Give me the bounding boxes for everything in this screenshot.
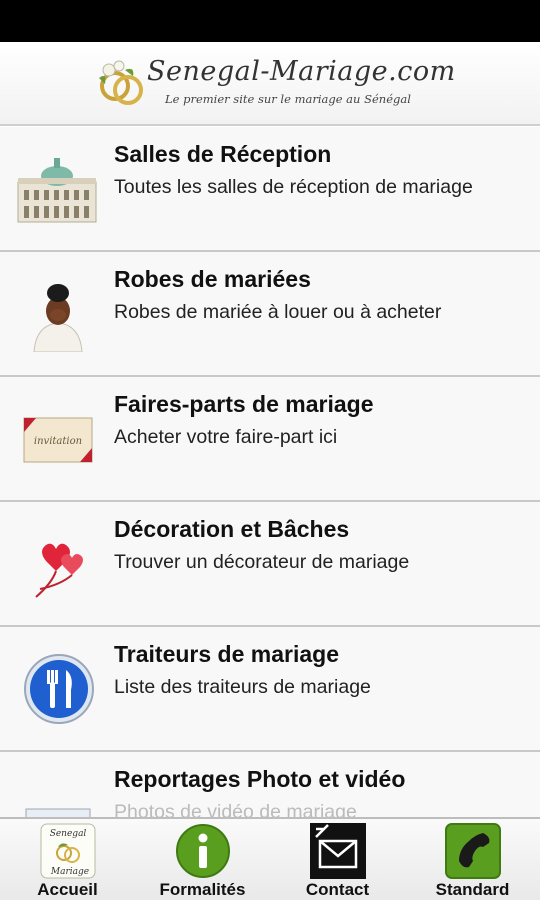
list-item-traiteurs[interactable]: Traiteurs de mariage Liste des traiteurs… (0, 627, 540, 752)
invitation-icon-text: invitation (34, 436, 82, 447)
item-description: Acheter votre faire-part ici (114, 426, 338, 448)
bride-icon (33, 284, 83, 352)
logo-tagline: Le premier site sur le mariage au Sénéga… (165, 92, 411, 106)
list-item-salles-reception[interactable]: Salles de Réception Toutes les salles de… (0, 127, 540, 252)
rings-bouquet-icon (99, 60, 143, 105)
tab-label: Accueil (37, 880, 98, 899)
logo-title: Senegal-Mariage.com (147, 56, 456, 87)
invitation-card-icon: invitation (23, 417, 93, 463)
tab-accueil[interactable]: Senegal Mariage Accueil (0, 819, 135, 900)
tab-label: Formalités (159, 880, 246, 899)
list-item-robes-mariees[interactable]: Robes de mariées Robes de mariée à louer… (0, 252, 540, 377)
phone-icon (444, 823, 501, 879)
reception-hall-icon (17, 158, 97, 223)
fork-knife-icon (24, 654, 94, 724)
item-title: Reportages Photo et vidéo (114, 766, 406, 792)
heart-balloons-icon (35, 543, 83, 598)
item-description: Liste des traiteurs de mariage (114, 676, 371, 698)
list-item-reportages[interactable]: Reportages Photo et vidéo Photos de vidé… (0, 752, 540, 817)
item-title: Salles de Réception (114, 141, 332, 167)
list-item-faire-parts[interactable]: invitation Faires-parts de mariage Achet… (0, 377, 540, 502)
bottom-tab-bar: Senegal Mariage Accueil Formalités Conta… (0, 817, 540, 900)
item-title: Robes de mariées (114, 266, 311, 292)
mail-icon (309, 823, 366, 879)
home-logo-text-top: Senegal (49, 829, 86, 839)
tab-label: Standard (435, 880, 510, 899)
tab-label: Contact (305, 880, 370, 899)
home-logo-icon: Senegal Mariage (40, 823, 95, 879)
list-item-decoration[interactable]: Décoration et Bâches Trouver un décorate… (0, 502, 540, 627)
tab-standard[interactable]: Standard (405, 819, 540, 900)
site-logo[interactable]: Senegal-Mariage.com Le premier site sur … (95, 54, 455, 116)
tab-formalites[interactable]: Formalités (135, 819, 270, 900)
photo-icon (25, 808, 91, 817)
home-logo-text-bottom: Mariage (49, 867, 88, 877)
category-list[interactable]: Salles de Réception Toutes les salles de… (0, 127, 540, 817)
tab-contact[interactable]: Contact (270, 819, 405, 900)
item-description: Toutes les salles de réception de mariag… (114, 176, 473, 198)
item-description: Photos de vidéo de mariage (114, 801, 357, 817)
item-description: Robes de mariée à louer ou à acheter (114, 301, 442, 323)
status-bar (0, 0, 540, 42)
item-description: Trouver un décorateur de mariage (114, 551, 410, 573)
info-icon (175, 824, 230, 878)
item-title: Traiteurs de mariage (114, 641, 339, 667)
item-title: Décoration et Bâches (114, 516, 350, 542)
item-title: Faires-parts de mariage (114, 391, 374, 417)
app-header: Senegal-Mariage.com Le premier site sur … (0, 42, 540, 126)
